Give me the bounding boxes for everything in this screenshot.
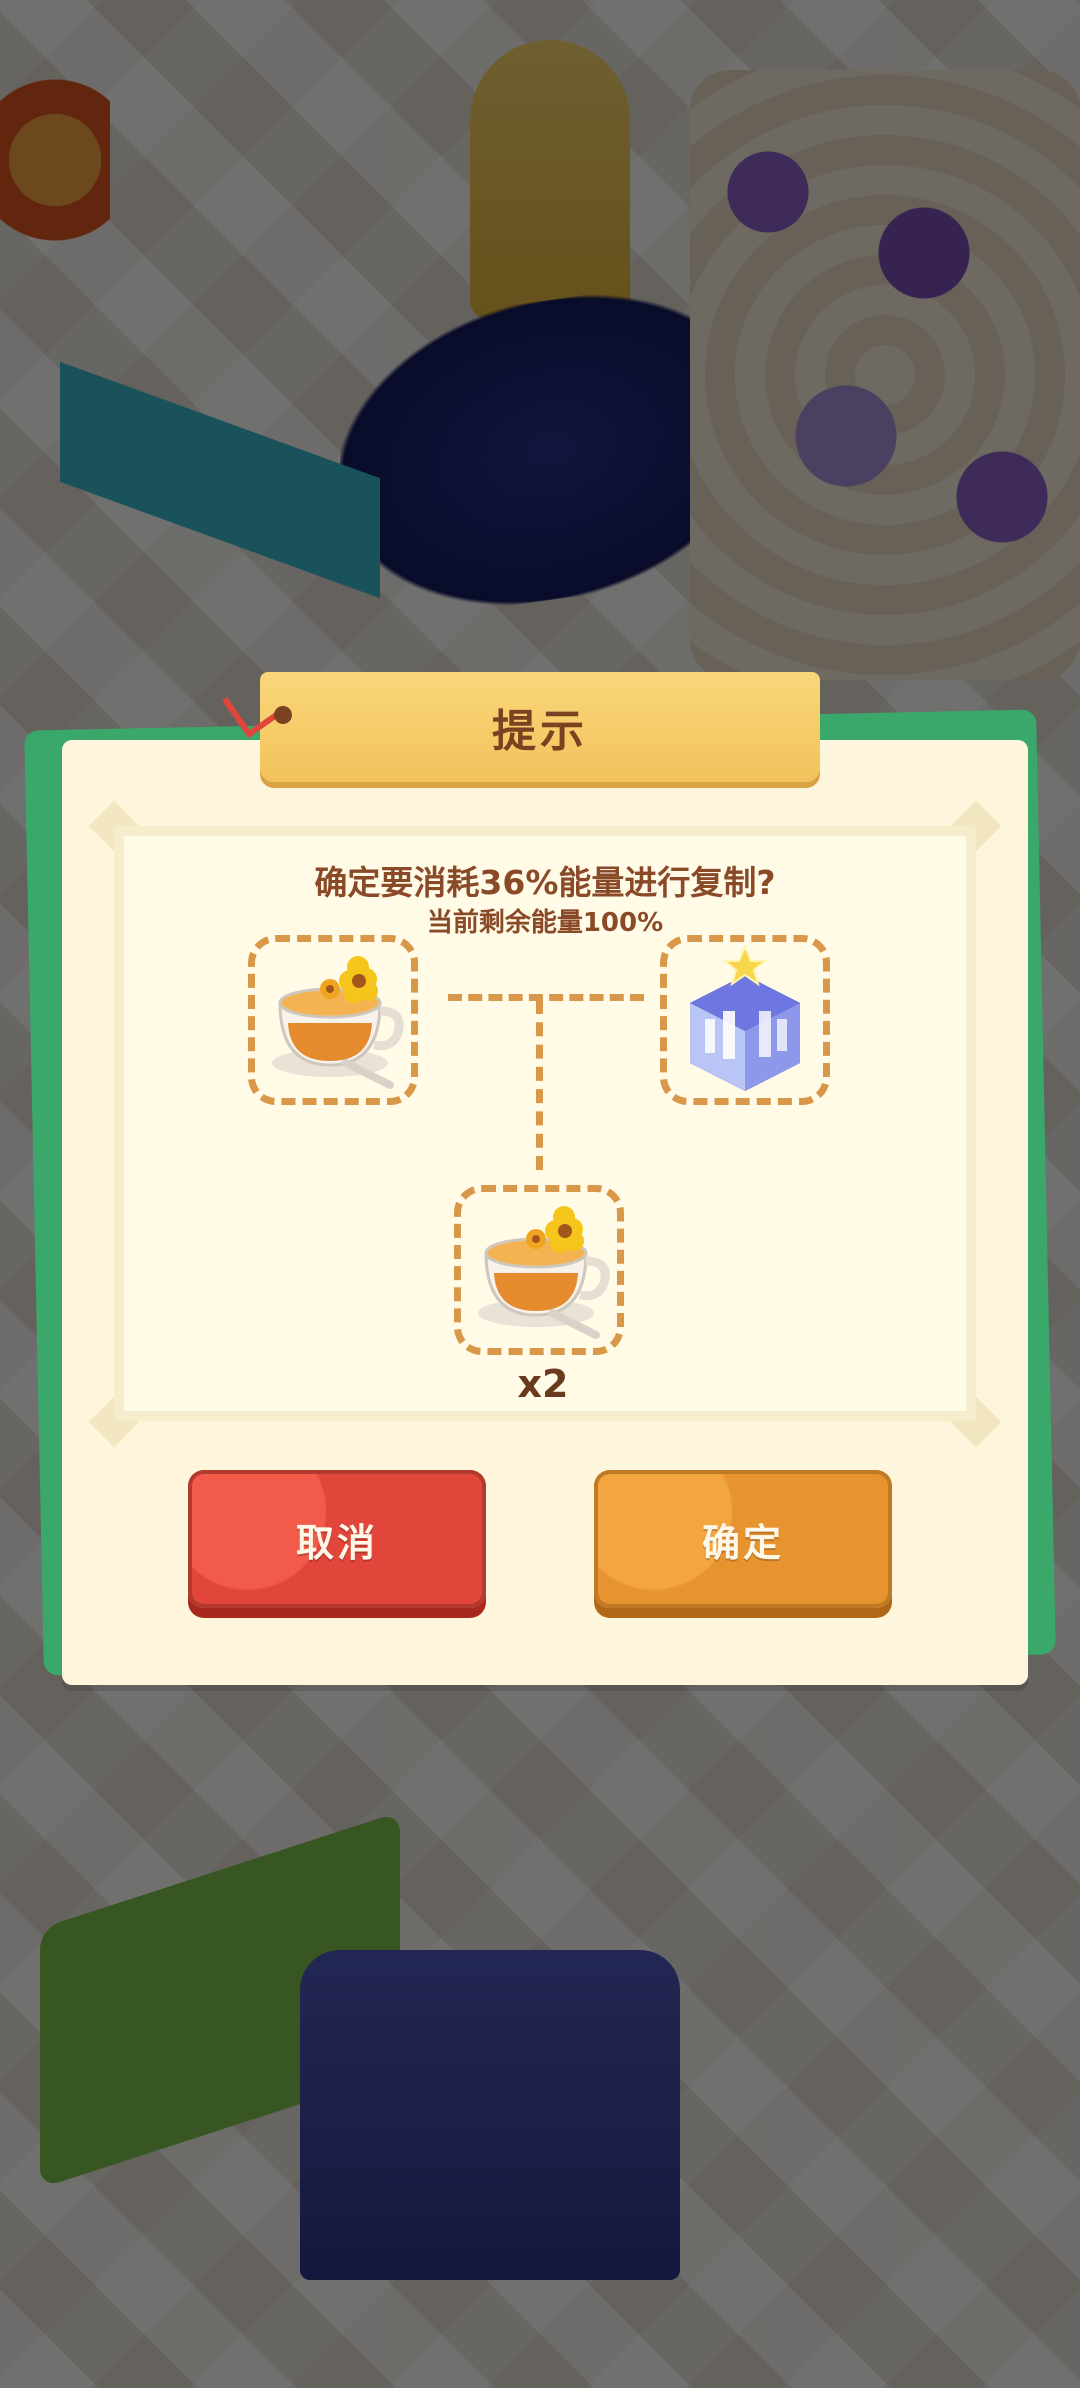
catalyst-item-slot [660,935,830,1105]
tea-cup-with-flower-icon [272,956,404,1089]
remaining-energy-text: 当前剩余能量100% [426,908,664,938]
dialog-title-tab: 提示 [260,672,820,782]
dialog-title: 提示 [492,706,588,757]
game-screen: 提示 确定要消耗36%能量进行复制? 当前剩余能量100% x2 取消 确定 [0,0,1080,2388]
confirm-question: 确定要消耗36%能量进行复制? [314,863,776,902]
result-item-slot [454,1185,624,1355]
crystal-palace-cube-icon [690,945,800,1091]
tea-cup-with-flower-icon [478,1206,610,1339]
connector-line-vertical [536,1000,543,1170]
connector-line-horizontal [448,994,644,1001]
result-multiplier: x2 [517,1362,569,1406]
cancel-button[interactable]: 取消 [188,1470,486,1608]
source-item-slot [248,935,418,1105]
pin-icon [274,706,292,724]
confirm-button[interactable]: 确定 [594,1470,892,1608]
